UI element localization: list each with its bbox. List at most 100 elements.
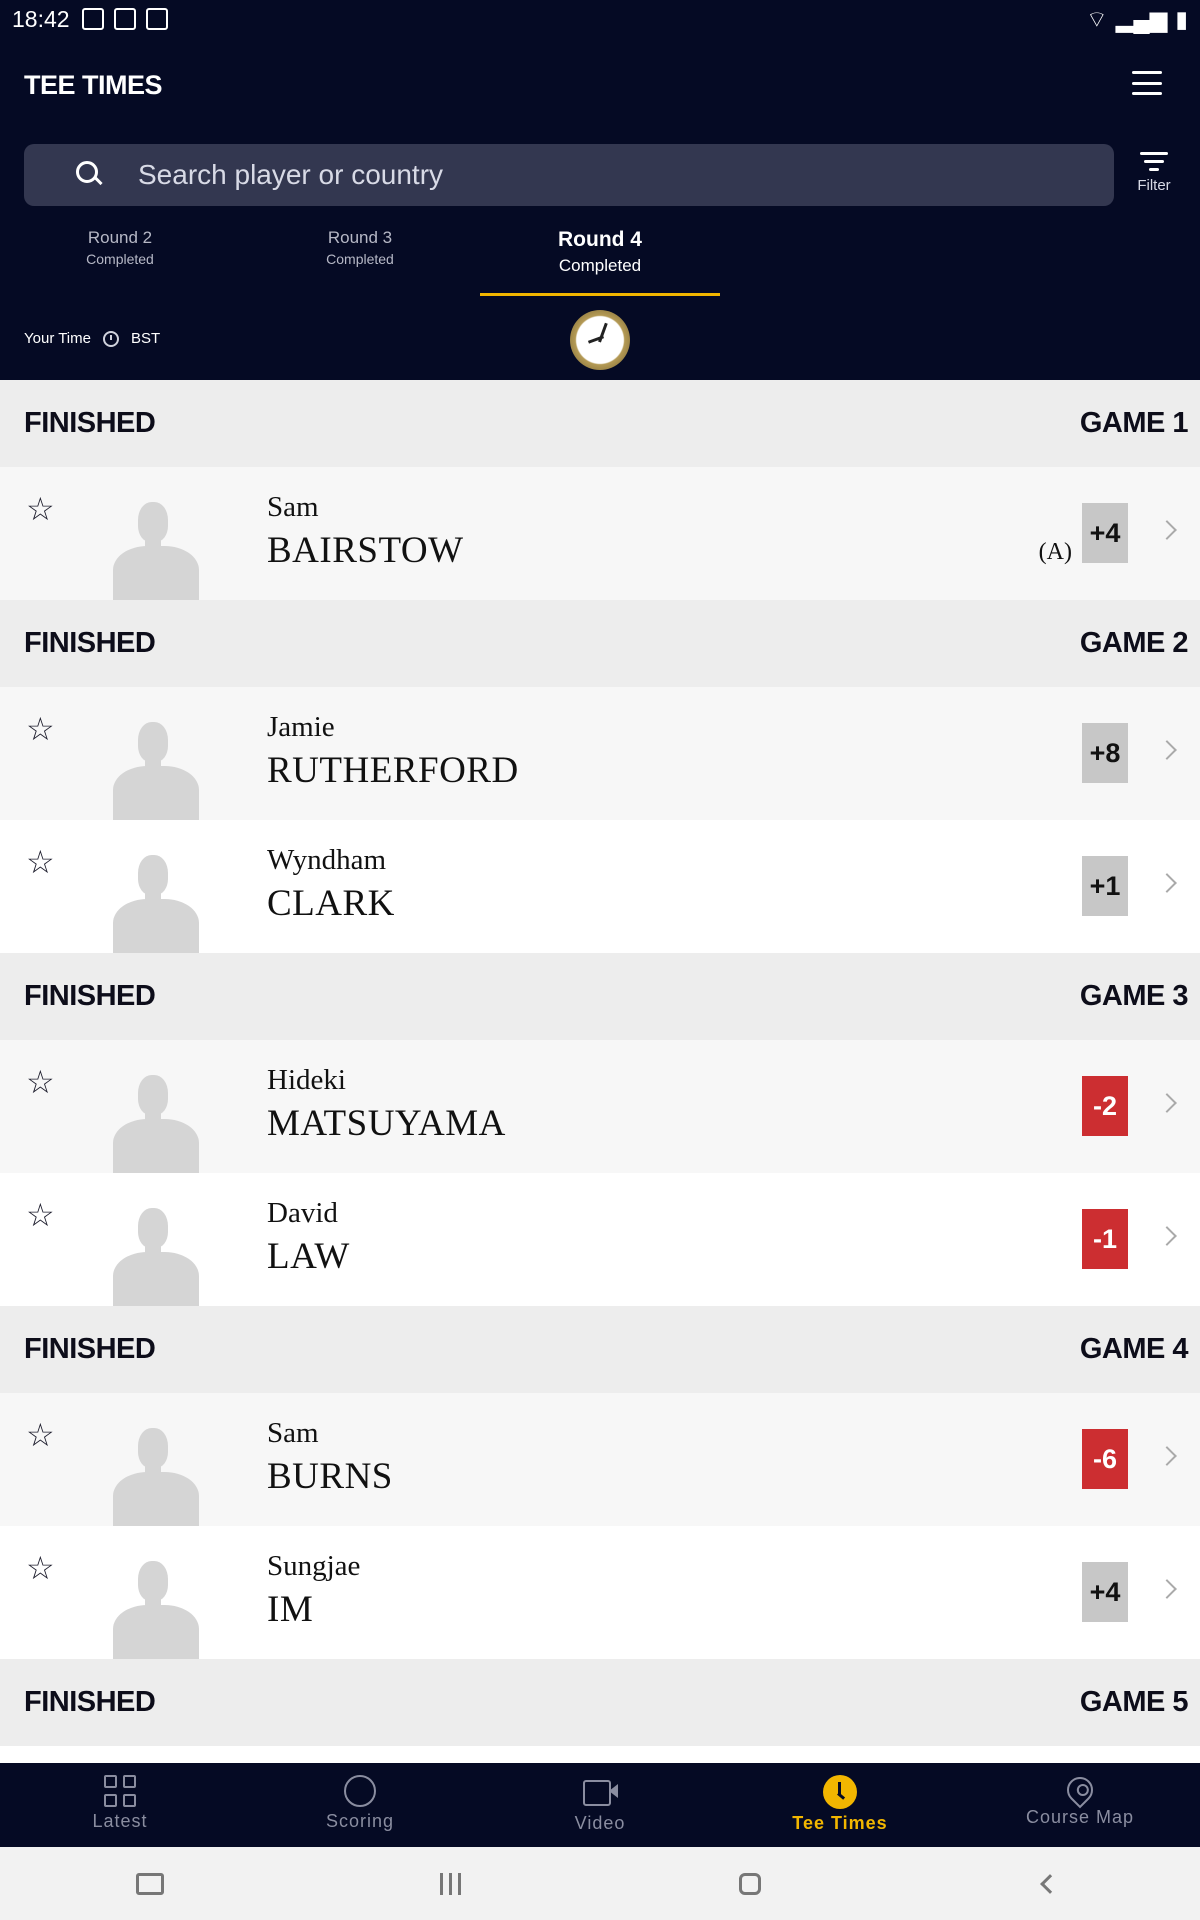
back-button[interactable]	[1030, 1864, 1070, 1904]
group-game: GAME 1	[1079, 407, 1189, 439]
group-header: FINISHED GAME 3	[0, 953, 1200, 1040]
tee-times-list: FINISHED GAME 1 ☆ Sam BAIRSTOW (A) +4 FI…	[0, 380, 1200, 1746]
home-icon	[739, 1872, 761, 1895]
player-avatar	[111, 1198, 201, 1306]
player-score: +1	[1082, 856, 1128, 916]
player-last-name: CLARK	[267, 883, 395, 924]
tab-round-4[interactable]: Round 4 Completed	[480, 224, 720, 296]
play-store-icon	[145, 8, 168, 30]
player-first-name: David	[267, 1197, 338, 1229]
group-game: GAME 2	[1079, 627, 1189, 659]
your-time-toggle[interactable]: Your Time BST	[24, 330, 160, 347]
player-avatar	[111, 1065, 201, 1173]
filter-icon	[1130, 152, 1178, 171]
round-name: Round 4	[558, 228, 642, 251]
nav-scoring[interactable]: Scoring	[240, 1763, 480, 1847]
player-row[interactable]: ☆ Hideki MATSUYAMA -2	[0, 1040, 1200, 1173]
screenshot-icon	[136, 1872, 164, 1895]
chevron-right-icon	[1157, 1579, 1177, 1599]
player-row[interactable]: ☆ Sam BAIRSTOW (A) +4	[0, 467, 1200, 600]
filter-button[interactable]: Filter	[1130, 148, 1178, 204]
player-last-name: IM	[267, 1589, 314, 1630]
player-first-name: Sungjae	[267, 1550, 361, 1582]
group-status: FINISHED	[24, 1686, 156, 1718]
timezone-label: BST	[130, 330, 161, 347]
search-input[interactable]	[138, 159, 938, 191]
hamburger-menu-icon[interactable]	[1132, 71, 1162, 95]
status-time: 18:42	[12, 5, 70, 32]
favorite-star-icon[interactable]: ☆	[26, 1552, 58, 1584]
tab-round-3[interactable]: Round 3 Completed	[240, 224, 480, 296]
clock-icon	[102, 330, 119, 347]
favorite-star-icon[interactable]: ☆	[26, 1066, 58, 1098]
favorite-star-icon[interactable]: ☆	[26, 713, 58, 745]
player-avatar	[111, 712, 201, 820]
system-nav-bar	[0, 1847, 1200, 1920]
map-pin-icon	[1061, 1771, 1099, 1809]
chevron-right-icon	[1157, 1093, 1177, 1113]
group-game: GAME 4	[1079, 1333, 1189, 1365]
group-status: FINISHED	[24, 980, 156, 1012]
player-first-name: Jamie	[267, 711, 335, 743]
player-first-name: Sam	[267, 491, 319, 523]
favorite-star-icon[interactable]: ☆	[26, 493, 58, 525]
group-header: FINISHED GAME 4	[0, 1306, 1200, 1393]
chevron-right-icon	[1157, 520, 1177, 540]
amateur-badge: (A)	[1038, 539, 1072, 565]
favorite-star-icon[interactable]: ☆	[26, 846, 58, 878]
player-first-name: Wyndham	[267, 844, 387, 876]
player-row[interactable]: ☆ Sungjae IM +4	[0, 1526, 1200, 1659]
golf-ball-icon	[344, 1775, 376, 1807]
page-title: TEE TIMES	[24, 70, 163, 100]
nav-tee-times[interactable]: Tee Times	[720, 1763, 960, 1847]
player-row[interactable]: ☆ David LAW -1	[0, 1173, 1200, 1306]
player-row[interactable]: ☆ Wyndham CLARK +1	[0, 820, 1200, 953]
home-button[interactable]	[730, 1864, 770, 1904]
nav-label: Video	[574, 1813, 626, 1833]
group-header: FINISHED GAME 5	[0, 1659, 1200, 1746]
nav-course-map[interactable]: Course Map	[960, 1763, 1200, 1847]
player-avatar	[111, 1418, 201, 1526]
your-time-label: Your Time	[24, 330, 91, 347]
chevron-right-icon	[1157, 740, 1177, 760]
player-first-name: Sam	[267, 1417, 319, 1449]
round-status: Completed	[86, 251, 154, 267]
nav-video[interactable]: Video	[480, 1763, 720, 1847]
battery-icon: ▮	[1175, 5, 1188, 32]
status-bar: 18:42 ⌔ ▂▄▆ ▮	[0, 0, 1200, 38]
back-icon	[1040, 1873, 1060, 1894]
player-avatar	[111, 1551, 201, 1659]
player-score: +8	[1082, 723, 1128, 783]
tab-round-2[interactable]: Round 2 Completed	[0, 224, 240, 296]
search-bar[interactable]	[24, 144, 1114, 206]
chevron-right-icon	[1157, 1446, 1177, 1466]
chevron-right-icon	[1157, 1226, 1177, 1246]
group-status: FINISHED	[24, 627, 156, 659]
group-status: FINISHED	[24, 407, 156, 439]
favorite-star-icon[interactable]: ☆	[26, 1419, 58, 1451]
player-first-name: Hideki	[267, 1064, 346, 1096]
round-status: Completed	[326, 251, 394, 267]
group-header: FINISHED GAME 2	[0, 600, 1200, 687]
wifi-icon: ⌔	[1086, 5, 1108, 32]
system-icons: ⌔ ▂▄▆ ▮	[1086, 5, 1188, 34]
nav-label: Course Map	[1025, 1807, 1135, 1827]
favorite-star-icon[interactable]: ☆	[26, 1199, 58, 1231]
gallery-icon	[81, 8, 104, 30]
signal-icon: ▂▄▆	[1115, 5, 1168, 32]
player-score: -1	[1082, 1209, 1128, 1269]
player-row[interactable]: ☆ Jamie RUTHERFORD +8	[0, 687, 1200, 820]
round-name: Round 2	[87, 228, 153, 247]
player-last-name: RUTHERFORD	[267, 750, 519, 791]
nav-label: Latest	[92, 1811, 148, 1831]
player-score: -2	[1082, 1076, 1128, 1136]
recent-apps-button[interactable]	[430, 1864, 470, 1904]
search-icon	[58, 145, 118, 205]
player-score: +4	[1082, 1562, 1128, 1622]
sponsor-clock-logo	[570, 310, 630, 370]
video-icon	[583, 1780, 618, 1806]
filter-label: Filter	[1137, 177, 1171, 194]
screenshot-button[interactable]	[130, 1864, 170, 1904]
player-row[interactable]: ☆ Sam BURNS -6	[0, 1393, 1200, 1526]
nav-latest[interactable]: Latest	[0, 1763, 240, 1847]
